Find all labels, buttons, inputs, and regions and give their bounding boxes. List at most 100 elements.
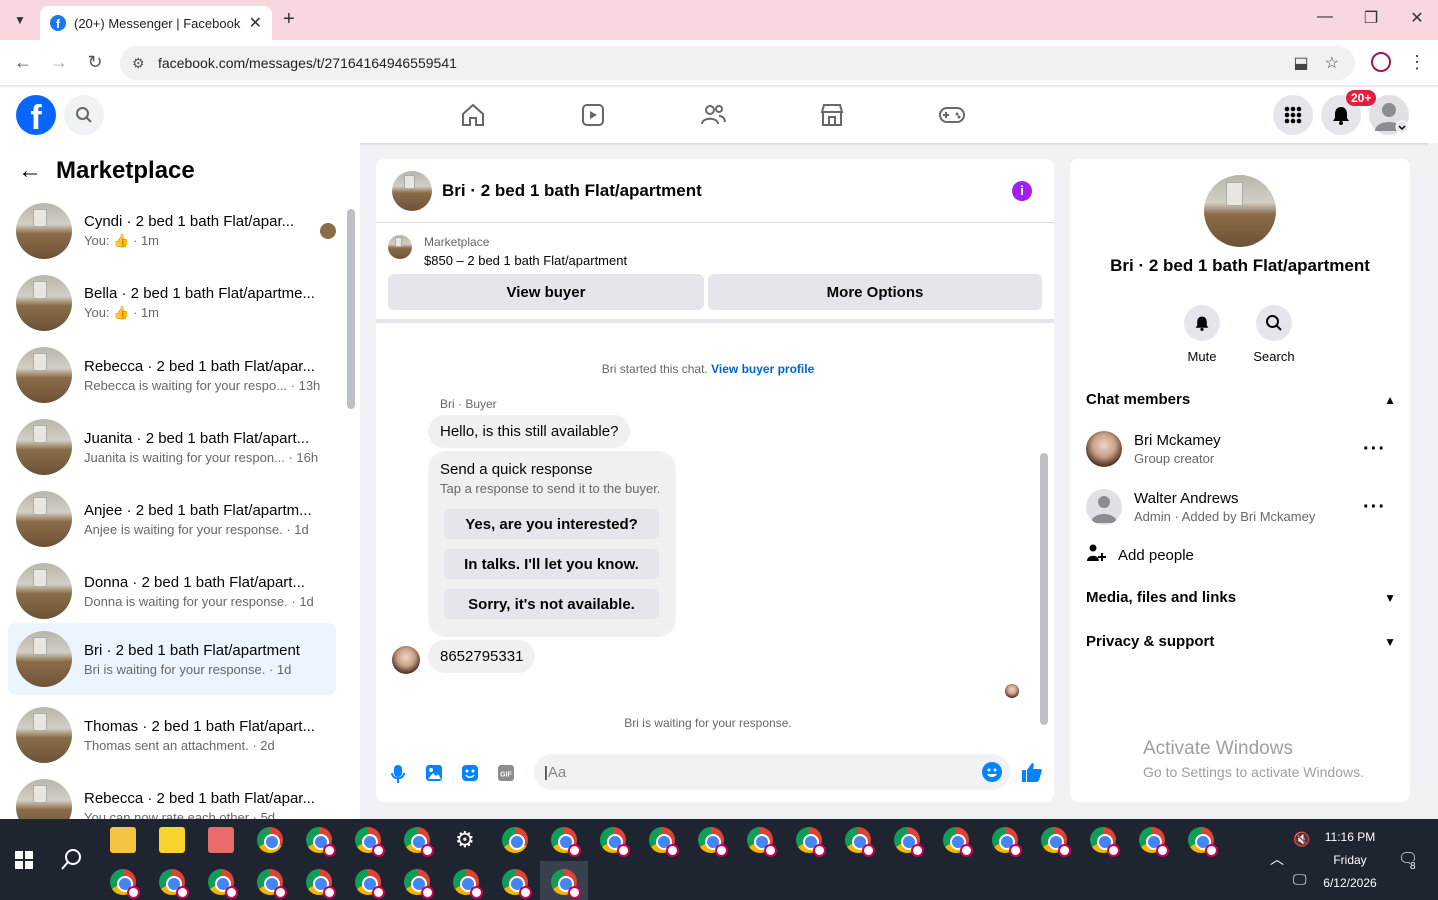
chrome-profile-icon[interactable] [257,869,287,899]
browser-tab[interactable]: f (20+) Messenger | Facebook ✕ [40,6,272,40]
conversation-item[interactable]: Cyndi · 2 bed 1 bath Flat/apar... You: 👍… [8,199,336,263]
chrome-profile-icon[interactable] [600,827,630,857]
emoji-icon[interactable] [982,762,1002,782]
windows-start-icon[interactable] [15,851,33,874]
close-tab-icon[interactable]: ✕ [249,13,262,33]
sender-avatar[interactable] [392,646,420,674]
friends-icon[interactable] [693,99,733,131]
quick-response-button[interactable]: Sorry, it's not available. [444,589,659,619]
file-explorer-icon[interactable] [110,827,136,853]
more-options-button[interactable]: More Options [708,274,1042,310]
conversation-item[interactable]: Rebecca · 2 bed 1 bath Flat/apar... Rebe… [8,343,336,407]
chrome-profile-icon[interactable] [1188,827,1218,857]
conversation-item[interactable]: Anjee · 2 bed 1 bath Flat/apartm... Anje… [8,487,336,551]
chrome-icon[interactable] [257,827,283,853]
clock[interactable]: 11:16 PM Friday 6/12/2026 [1320,830,1380,890]
chrome-profile-icon[interactable] [845,827,875,857]
menu-grid-icon[interactable] [1273,95,1313,135]
view-buyer-profile-link[interactable]: View buyer profile [711,362,814,376]
minimize-icon[interactable]: — [1313,8,1337,26]
info-icon[interactable]: i [1012,181,1032,201]
chrome-profile-icon[interactable] [551,827,581,857]
chrome-profile-icon[interactable] [1139,827,1169,857]
thumbs-up-send-icon[interactable] [1020,760,1044,784]
network-icon[interactable]: 🖵 [1293,871,1307,888]
microphone-icon[interactable] [388,764,408,784]
chrome-profile-icon[interactable] [355,869,385,899]
tab-search-icon[interactable]: ▼ [8,8,32,32]
member-row[interactable]: Walter Andrews Admin · Added by Bri Mcka… [1086,487,1396,527]
list-scrollbar[interactable] [347,209,355,409]
conversation-item[interactable]: Juanita · 2 bed 1 bath Flat/apart... Jua… [8,415,336,479]
chrome-profile-icon[interactable] [649,827,679,857]
marketplace-icon[interactable] [812,99,852,131]
back-arrow-icon[interactable]: ← [18,157,46,185]
message-bubble[interactable]: 8652795331 [428,640,536,673]
gif-icon[interactable]: GIF [496,764,516,784]
facebook-logo-icon[interactable]: f [16,95,56,135]
conversation-item[interactable]: Rebecca · 2 bed 1 bath Flat/apar... You … [8,775,336,819]
privacy-section[interactable]: Privacy & support ▼ [1086,633,1396,650]
site-info-icon[interactable]: ⚙ [132,55,152,72]
settings-gear-icon[interactable]: ⚙ [455,827,475,853]
conversation-item[interactable]: Thomas · 2 bed 1 bath Flat/apart... Thom… [8,703,336,767]
chrome-profile-icon[interactable] [159,869,189,899]
chrome-icon[interactable] [502,827,528,853]
chevron-up-icon[interactable]: ︿ [1270,849,1284,869]
browser-menu-icon[interactable]: ⋮ [1408,52,1426,73]
chrome-profile-icon[interactable] [208,869,238,899]
profile-icon[interactable] [1371,52,1391,72]
more-icon[interactable]: ··· [1363,496,1386,519]
chrome-profile-icon[interactable] [404,827,434,857]
maximize-icon[interactable]: ❐ [1359,8,1383,28]
chrome-profile-icon[interactable] [747,827,777,857]
add-people-button[interactable]: Add people [1086,535,1396,575]
chrome-profile-icon[interactable] [502,869,532,899]
chrome-profile-icon[interactable] [698,827,728,857]
chrome-profile-icon[interactable] [551,869,581,899]
conversation-item-active[interactable]: Bri · 2 bed 1 bath Flat/apartment Bri is… [8,623,336,695]
chrome-profile-icon[interactable] [796,827,826,857]
more-icon[interactable]: ··· [1363,438,1386,461]
home-icon[interactable] [453,99,493,131]
chrome-profile-icon[interactable] [306,869,336,899]
chrome-profile-icon[interactable] [110,869,140,899]
message-bubble[interactable]: Hello, is this still available? [428,415,631,448]
sticker-icon[interactable] [460,764,480,784]
chat-title[interactable]: Bri · 2 bed 1 bath Flat/apartment [442,181,702,201]
search-button[interactable]: Search [1239,305,1309,364]
photo-icon[interactable] [424,764,444,784]
chrome-profile-icon[interactable] [1041,827,1071,857]
chrome-profile-icon[interactable] [943,827,973,857]
search-icon[interactable] [64,95,104,135]
chrome-profile-icon[interactable] [1090,827,1120,857]
conversation-item[interactable]: Bella · 2 bed 1 bath Flat/apartme... You… [8,271,336,335]
chat-thumbnail[interactable] [392,170,432,211]
taskbar-search-icon[interactable] [60,847,84,876]
chrome-profile-icon[interactable] [992,827,1022,857]
chat-scrollbar[interactable] [1040,453,1048,725]
quick-response-button[interactable]: In talks. I'll let you know. [444,549,659,579]
quick-response-button[interactable]: Yes, are you interested? [444,509,659,539]
new-tab-icon[interactable]: + [283,8,295,31]
paint-icon[interactable] [208,827,234,853]
media-section[interactable]: Media, files and links ▼ [1086,589,1396,606]
message-input[interactable]: | Aa [534,754,1010,790]
mute-button[interactable]: Mute [1167,305,1237,364]
install-icon[interactable]: ⬓ [1294,53,1309,73]
chrome-profile-icon[interactable] [894,827,924,857]
gaming-icon[interactable] [932,99,972,131]
page-scrollbar[interactable] [1428,143,1438,819]
chrome-profile-icon[interactable] [306,827,336,857]
reload-icon[interactable]: ↻ [83,52,107,73]
conversation-item[interactable]: Donna · 2 bed 1 bath Flat/apart... Donna… [8,559,336,623]
member-row[interactable]: Bri Mckamey Group creator ··· [1086,429,1396,469]
view-buyer-button[interactable]: View buyer [388,274,704,310]
chrome-profile-icon[interactable] [355,827,385,857]
bookmark-star-icon[interactable]: ☆ [1325,53,1339,73]
chrome-profile-icon[interactable] [404,869,434,899]
listing-summary[interactable]: Marketplace $850 – 2 bed 1 bath Flat/apa… [388,235,627,268]
forward-icon[interactable]: → [47,52,71,73]
speaker-muted-icon[interactable]: 🔇 [1293,831,1310,848]
chat-members-section[interactable]: Chat members ▲ [1086,391,1396,408]
